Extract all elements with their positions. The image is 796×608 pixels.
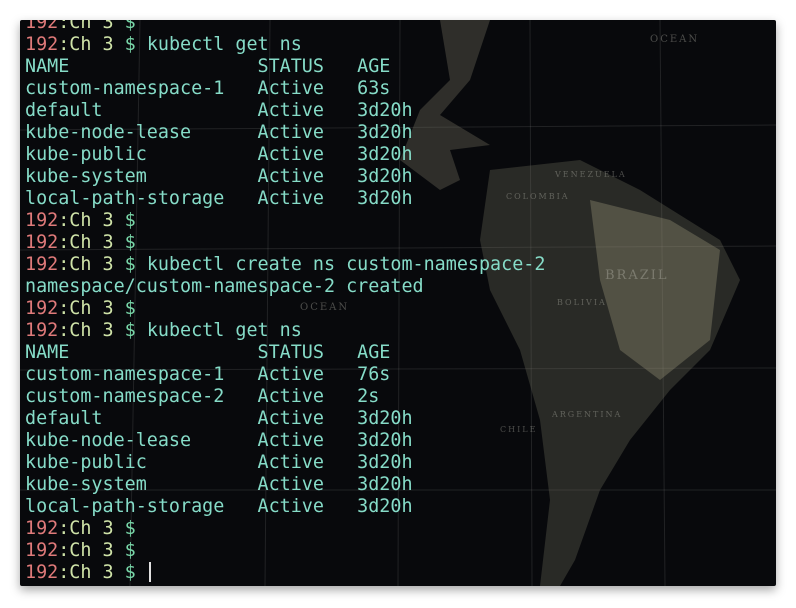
terminal-output: 192:Ch 3 $192:Ch 3 $ kubectl get ns NAME … [25, 20, 545, 584]
prompt-dir: :Ch 3 [58, 540, 125, 561]
output-text: kube-node-lease Active 3d20h [25, 122, 413, 143]
prompt-host: 192 [25, 298, 59, 319]
prompt-dir: :Ch 3 [58, 20, 125, 33]
output-text: kube-public Active 3d20h [25, 452, 413, 473]
map-label: BOLIVIA [557, 298, 607, 307]
output-line: default Active 3d20h [25, 100, 545, 122]
prompt-dir: :Ch 3 [58, 298, 125, 319]
output-line: kube-node-lease Active 3d20h [25, 122, 545, 144]
output-text: default Active 3d20h [25, 100, 413, 121]
prompt-host: 192 [25, 34, 59, 55]
output-text: local-path-storage Active 3d20h [25, 188, 413, 209]
output-line: custom-namespace-2 Active 2s [25, 386, 545, 408]
prompt-line: 192:Ch 3 $ kubectl create ns custom-name… [25, 254, 545, 276]
prompt-dir: :Ch 3 [58, 232, 125, 253]
output-line: namespace/custom-namespace-2 created [25, 276, 545, 298]
command-text: kubectl get ns [146, 34, 302, 55]
prompt-host: 192 [25, 232, 59, 253]
prompt-line: 192:Ch 3 $ [25, 210, 545, 232]
prompt-line: 192:Ch 3 $ kubectl get ns [25, 320, 545, 342]
output-text: NAME STATUS AGE [25, 342, 391, 363]
output-text: custom-namespace-1 Active 63s [25, 78, 391, 99]
prompt-dir: :Ch 3 [58, 210, 125, 231]
output-text: custom-namespace-1 Active 76s [25, 364, 391, 385]
output-line: NAME STATUS AGE [25, 56, 545, 78]
prompt-dir: :Ch 3 [58, 518, 125, 539]
prompt-host: 192 [25, 254, 59, 275]
output-text: default Active 3d20h [25, 408, 413, 429]
prompt-symbol: $ [124, 254, 136, 275]
prompt-symbol: $ [124, 20, 136, 33]
prompt-symbol: $ [124, 540, 136, 561]
output-text: kube-node-lease Active 3d20h [25, 430, 413, 451]
prompt-symbol: $ [124, 210, 136, 231]
output-line: default Active 3d20h [25, 408, 545, 430]
output-text: kube-public Active 3d20h [25, 144, 413, 165]
prompt-line: 192:Ch 3 $ [25, 518, 545, 540]
output-line: custom-namespace-1 Active 76s [25, 364, 545, 386]
prompt-line: 192:Ch 3 $ [25, 298, 545, 320]
prompt-line: 192:Ch 3 $ [25, 232, 545, 254]
output-line: custom-namespace-1 Active 63s [25, 78, 545, 100]
prompt-dir: :Ch 3 [58, 562, 125, 583]
prompt-dir: :Ch 3 [58, 320, 125, 341]
output-text: kube-system Active 3d20h [25, 166, 413, 187]
prompt-line: 192:Ch 3 $ kubectl get ns [25, 34, 545, 56]
prompt-symbol: $ [124, 34, 136, 55]
output-line: NAME STATUS AGE [25, 342, 545, 364]
output-line: kube-system Active 3d20h [25, 166, 545, 188]
output-text: local-path-storage Active 3d20h [25, 496, 413, 517]
output-line: kube-public Active 3d20h [25, 452, 545, 474]
prompt-host: 192 [25, 562, 59, 583]
prompt-dir: :Ch 3 [58, 34, 125, 55]
prompt-symbol: $ [124, 298, 136, 319]
output-line: kube-node-lease Active 3d20h [25, 430, 545, 452]
map-label: OCEAN [650, 34, 700, 45]
prompt-symbol: $ [124, 232, 136, 253]
terminal-window[interactable]: OCEAN BRAZIL COLOMBIA VENEZUELA BOLIVIA … [20, 20, 776, 586]
prompt-line: 192:Ch 3 $ [25, 20, 545, 34]
prompt-host: 192 [25, 320, 59, 341]
output-line: local-path-storage Active 3d20h [25, 496, 545, 518]
output-line: kube-system Active 3d20h [25, 474, 545, 496]
output-line: local-path-storage Active 3d20h [25, 188, 545, 210]
prompt-symbol: $ [124, 518, 136, 539]
prompt-host: 192 [25, 20, 59, 33]
prompt-host: 192 [25, 210, 59, 231]
prompt-line: 192:Ch 3 $ [25, 540, 545, 562]
command-text: kubectl get ns [146, 320, 302, 341]
prompt-line: 192:Ch 3 $ [25, 562, 545, 584]
prompt-dir: :Ch 3 [58, 254, 125, 275]
map-label: ARGENTINA [552, 410, 623, 419]
output-text: custom-namespace-2 Active 2s [25, 386, 380, 407]
prompt-host: 192 [25, 540, 59, 561]
output-text: kube-system Active 3d20h [25, 474, 413, 495]
output-text: namespace/custom-namespace-2 created [25, 276, 424, 297]
prompt-symbol: $ [124, 320, 136, 341]
command-text: kubectl create ns custom-namespace-2 [146, 254, 546, 275]
prompt-symbol: $ [124, 562, 136, 583]
output-line: kube-public Active 3d20h [25, 144, 545, 166]
output-text: NAME STATUS AGE [25, 56, 391, 77]
prompt-host: 192 [25, 518, 59, 539]
map-label: BRAZIL [605, 268, 669, 283]
text-cursor[interactable] [148, 562, 151, 582]
map-label: VENEZUELA [555, 170, 627, 179]
